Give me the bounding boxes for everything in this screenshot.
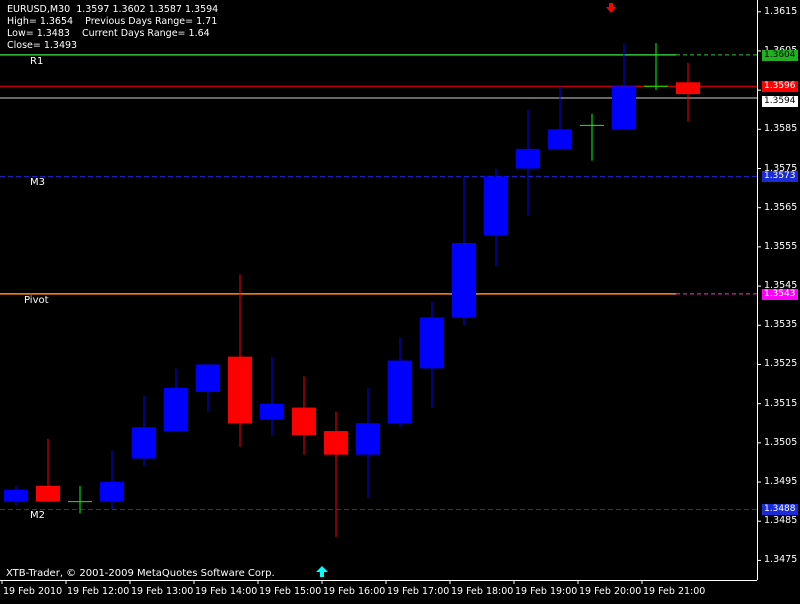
time-tick-label: 19 Feb 20:00 — [579, 586, 642, 597]
low-range-line: Low= 1.3483 Current Days Range= 1.64 — [7, 28, 210, 39]
symbol-ohlc-line: EURUSD,M30 1.3597 1.3602 1.3587 1.3594 — [7, 4, 219, 15]
candle — [228, 274, 252, 447]
candle — [4, 485, 28, 506]
candle-body — [484, 176, 508, 236]
candle-body — [612, 86, 636, 130]
candle-body — [356, 423, 380, 455]
candle-body — [100, 482, 124, 502]
candle-body — [4, 489, 28, 502]
price-tick-label: 1.3525 — [764, 358, 798, 370]
level-name-m2: M2 — [30, 510, 45, 522]
candle — [356, 387, 380, 498]
price-tick-label: 1.3475 — [764, 554, 798, 566]
candle — [100, 450, 124, 510]
time-tick-label: 19 Feb 18:00 — [451, 586, 514, 597]
level-price-box-r1: 1.3604 — [762, 49, 798, 61]
candle — [388, 337, 412, 428]
candle — [516, 109, 540, 216]
candle — [484, 168, 508, 267]
up-arrow-icon — [316, 566, 328, 577]
candle — [548, 86, 572, 149]
price-chart[interactable]: EURUSD,M30 1.3597 1.3602 1.3587 1.3594 H… — [0, 0, 800, 600]
level-price-box-m2: 1.3488 — [762, 504, 798, 516]
price-tick-label: 1.3535 — [764, 319, 798, 331]
time-tick-label: 19 Feb 16:00 — [323, 586, 386, 597]
candle-body — [676, 82, 700, 95]
price-tick-label: 1.3565 — [764, 201, 798, 213]
candle-body — [228, 356, 252, 424]
candle-body — [420, 317, 444, 369]
price-tick-label: 1.3485 — [764, 515, 798, 527]
level-price-box-pivot: 1.3543 — [762, 288, 798, 300]
candle — [612, 43, 636, 130]
level-name-pivot: Pivot — [24, 294, 49, 306]
candle-body — [548, 129, 572, 149]
time-tick-label: 19 Feb 17:00 — [387, 586, 450, 597]
level-name-r1: R1 — [30, 55, 44, 67]
candle-body — [388, 360, 412, 424]
time-tick-label: 19 Feb 13:00 — [131, 586, 194, 597]
candle-body — [516, 148, 540, 169]
candle — [644, 43, 668, 91]
candle-body — [260, 403, 284, 420]
candle — [36, 438, 60, 502]
candle — [452, 176, 476, 326]
candle-body — [164, 387, 188, 432]
candle-body — [452, 242, 476, 318]
time-tick-label: 19 Feb 19:00 — [515, 586, 578, 597]
bid-price-box: 1.3596 — [762, 81, 798, 93]
close-line: Close= 1.3493 — [7, 40, 78, 51]
candle — [324, 411, 348, 537]
down-arrow-icon — [606, 3, 616, 13]
candle — [196, 364, 220, 412]
copyright-text: XTB-Trader, © 2001-2009 MetaQuotes Softw… — [6, 568, 275, 579]
time-tick-label: 19 Feb 14:00 — [195, 586, 258, 597]
time-tick-label: 19 Feb 2010 — [3, 586, 63, 597]
time-tick-label: 19 Feb 12:00 — [67, 586, 130, 597]
ask-price-box: 1.3594 — [762, 96, 798, 108]
candle-body — [132, 427, 156, 459]
candle — [164, 368, 188, 432]
candle-body — [196, 364, 220, 392]
price-tick-label: 1.3505 — [764, 436, 798, 448]
price-tick-label: 1.3555 — [764, 240, 798, 252]
candle — [260, 356, 284, 435]
candle — [676, 62, 700, 122]
high-range-line: High= 1.3654 Previous Days Range= 1.71 — [7, 16, 218, 27]
chart-canvas[interactable] — [0, 0, 800, 600]
candle-body — [292, 407, 316, 435]
candle-body — [36, 485, 60, 502]
price-tick-label: 1.3495 — [764, 476, 798, 488]
time-tick-label: 19 Feb 21:00 — [643, 586, 706, 597]
time-tick-label: 19 Feb 15:00 — [259, 586, 322, 597]
price-tick-label: 1.3615 — [764, 5, 798, 17]
price-tick-label: 1.3515 — [764, 397, 798, 409]
level-price-box-m3: 1.3573 — [762, 171, 798, 183]
price-tick-label: 1.3585 — [764, 123, 798, 135]
candle — [292, 376, 316, 455]
candle — [420, 301, 444, 408]
level-name-m3: M3 — [30, 177, 45, 189]
candle-body — [324, 431, 348, 455]
candle — [580, 113, 604, 161]
candle — [132, 395, 156, 467]
